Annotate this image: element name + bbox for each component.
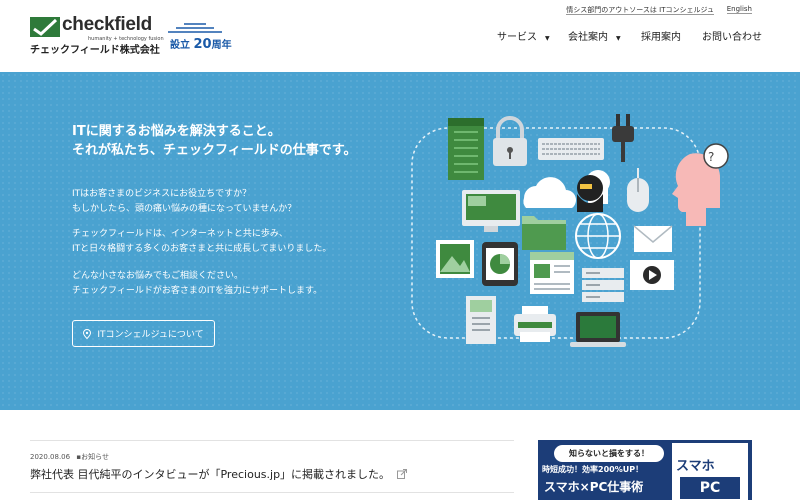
news-item[interactable]: 弊社代表 目代純平のインタビューが「Precious.jp」に掲載されました。 bbox=[30, 466, 407, 482]
plug-icon bbox=[612, 114, 634, 162]
anniversary-lines-icon bbox=[168, 23, 222, 33]
location-pin-icon bbox=[83, 328, 92, 339]
company-name: チェックフィールド株式会社 bbox=[30, 45, 160, 56]
banner-subtitle: 時短成功！効率200%UP！ bbox=[542, 465, 644, 474]
nav-item-company[interactable]: 会社案内 ▼ bbox=[568, 28, 621, 43]
keyboard-icon bbox=[538, 138, 604, 160]
lock-icon bbox=[493, 116, 527, 166]
banner-title: スマホ×PC仕事術 bbox=[544, 480, 644, 494]
laptop-icon bbox=[570, 312, 626, 347]
nav-item-recruit[interactable]: 採用案内 bbox=[641, 28, 681, 43]
site-header: checkfield humanity + technology fusion … bbox=[0, 0, 800, 72]
chevron-down-icon: ▼ bbox=[545, 35, 550, 42]
divider bbox=[30, 492, 514, 493]
news-date: 2020.08.06 bbox=[30, 453, 71, 461]
printer-icon bbox=[514, 306, 556, 342]
server-icon bbox=[582, 268, 624, 302]
mouse-icon bbox=[627, 168, 649, 212]
network-globe-icon bbox=[575, 213, 621, 259]
hero-section: ITに関するお悩みを解決すること。 それが私たち、チェックフィールドの仕事です。… bbox=[0, 72, 800, 410]
head-question-icon: ? bbox=[672, 143, 729, 226]
building-icon bbox=[448, 118, 484, 180]
news-category[interactable]: お知らせ bbox=[81, 453, 109, 461]
hero-title: ITに関するお悩みを解決すること。 それが私たち、チェックフィールドの仕事です。 bbox=[72, 124, 357, 158]
book-title-top: スマホ bbox=[676, 459, 715, 474]
promo-banner[interactable]: 知らないと損をする！ 時短成功！効率200%UP！ スマホ×PC仕事術 スマホ … bbox=[538, 440, 752, 500]
it-concierge-toplink[interactable]: 情シス部門のアウトソースは ITコンシェルジュ bbox=[566, 5, 714, 15]
chevron-down-icon: ▼ bbox=[616, 35, 621, 42]
video-player-icon bbox=[630, 260, 674, 290]
svg-text:?: ? bbox=[708, 150, 714, 164]
banner-bubble: 知らないと損をする！ bbox=[554, 445, 664, 462]
image-icon bbox=[436, 240, 474, 278]
mail-icon bbox=[633, 225, 673, 252]
logo-mark-icon bbox=[30, 17, 60, 37]
site-logo[interactable]: checkfield humanity + technology fusion … bbox=[30, 14, 164, 56]
folder-icon bbox=[522, 216, 566, 250]
hero-paragraph-1: ITはお客さまのビジネスにお役立ちですか？ もしかしたら、頭の痛い悩みの種になっ… bbox=[72, 189, 297, 214]
logo-wordmark: checkfield bbox=[62, 14, 152, 35]
external-link-icon bbox=[396, 469, 407, 479]
english-link[interactable]: English bbox=[726, 5, 752, 14]
nav-item-contact[interactable]: お問い合わせ bbox=[702, 28, 762, 43]
news-title[interactable]: 弊社代表 目代純平のインタビューが「Precious.jp」に掲載されました。 bbox=[30, 468, 390, 481]
it-concierge-button[interactable]: ITコンシェルジュについて bbox=[72, 320, 215, 347]
document-icon bbox=[530, 252, 574, 294]
news-meta: 2020.08.06 ▪お知らせ bbox=[30, 452, 109, 462]
hero-paragraph-3: どんな小さなお悩みでもご相談ください。 チェックフィールドがお客さまのITを強力… bbox=[72, 271, 323, 296]
cloud-icon bbox=[523, 177, 576, 208]
nav-item-services[interactable]: サービス ▼ bbox=[497, 28, 550, 43]
book-title-bottom: PC bbox=[680, 477, 740, 499]
anniversary-text: 設立 20周年 bbox=[170, 37, 232, 52]
divider bbox=[30, 440, 514, 441]
people-icon bbox=[577, 170, 610, 212]
it-illustration: ? bbox=[411, 114, 729, 347]
anniversary-badge: 設立 20周年 bbox=[162, 22, 232, 52]
hero-paragraph-2: チェックフィールドは、インターネットと共に歩み、 ITと日々格闘する多くのお客さ… bbox=[72, 229, 332, 254]
terminal-icon bbox=[466, 296, 496, 344]
book-cover: スマホ PC bbox=[671, 442, 749, 500]
tablet-chart-icon bbox=[482, 242, 518, 286]
monitor-icon bbox=[462, 190, 520, 232]
